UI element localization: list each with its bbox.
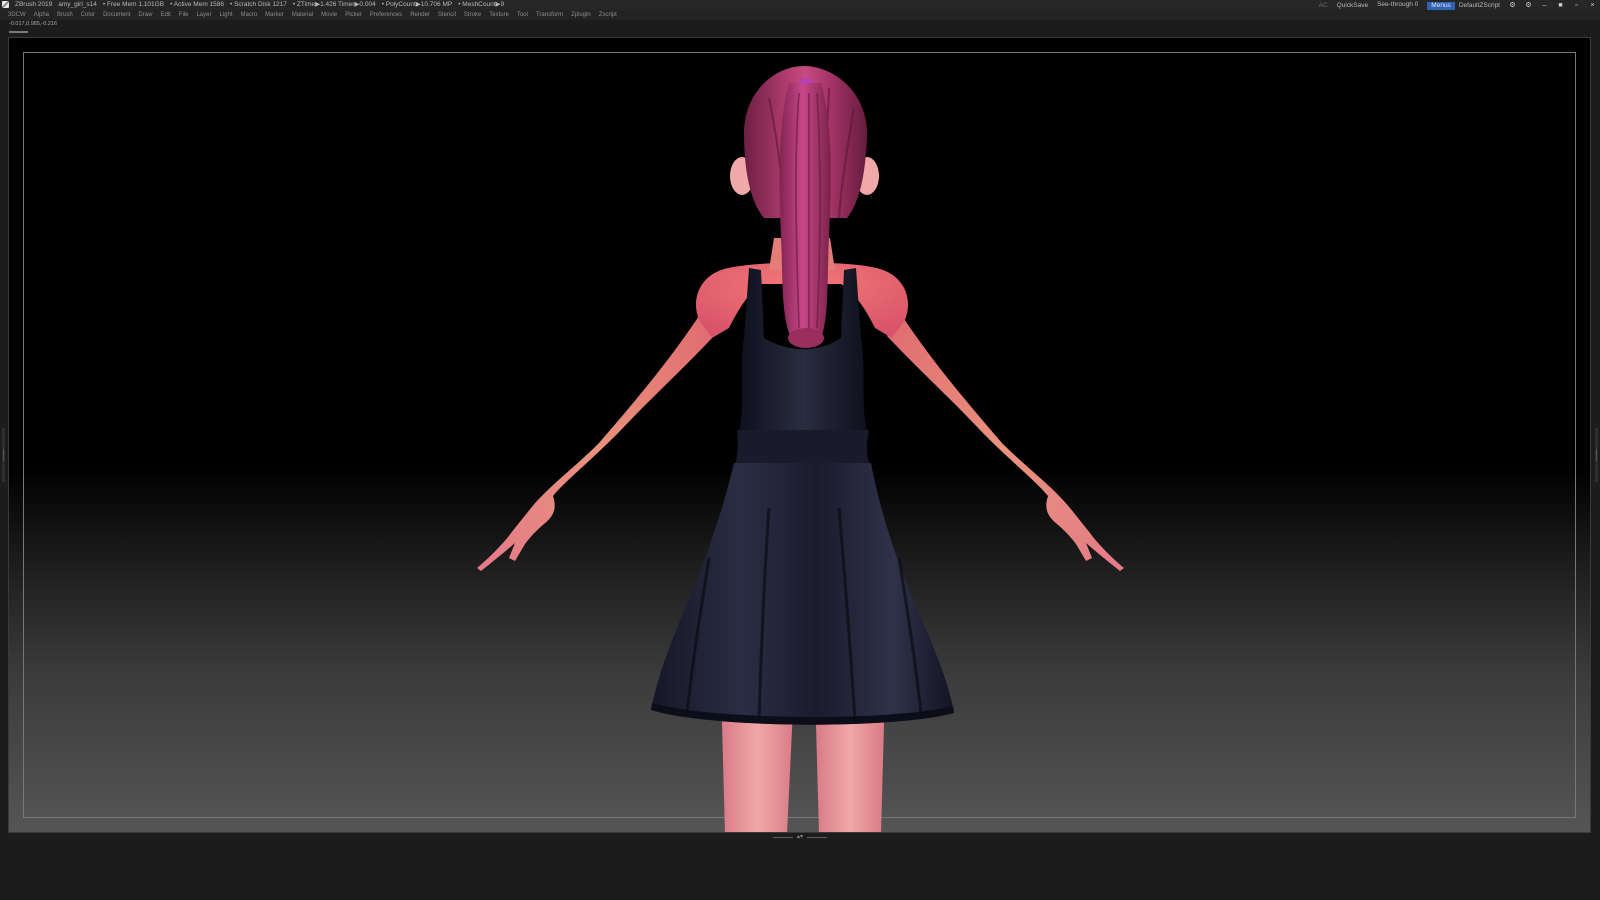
menu-macro[interactable]: Macro xyxy=(240,10,257,20)
app-title: ZBrush 2019 xyxy=(15,1,53,8)
palette-icon[interactable]: ⚙ xyxy=(1509,2,1516,9)
menu-texture[interactable]: Texture xyxy=(489,10,509,20)
coordinate-underline xyxy=(9,31,28,33)
menu-layer[interactable]: Layer xyxy=(196,10,211,20)
active-mem-stat: • Active Mem 1586 xyxy=(170,1,225,8)
menu-picker[interactable]: Picker xyxy=(345,10,362,20)
ztime-stat: • ZTime▶1.426 Timer▶0.004 xyxy=(292,1,376,8)
free-mem-stat: • Free Mem 1.101GB xyxy=(102,1,165,8)
menu-edit[interactable]: Edit xyxy=(160,10,170,20)
menu-tool[interactable]: Tool xyxy=(517,10,528,20)
ac-button[interactable]: AC xyxy=(1319,1,1328,11)
menu-movie[interactable]: Movie xyxy=(321,10,337,20)
scratch-disk-stat: • Scratch Disk 1217 xyxy=(230,1,287,8)
see-through-slider[interactable]: See-through 0 xyxy=(1377,0,1419,10)
quicksave-button[interactable]: QuickSave xyxy=(1337,1,1368,11)
coordinate-readout: -0.017,0.985,-0.216 xyxy=(9,21,58,27)
menu-3dcw[interactable]: 3DCW xyxy=(8,10,26,20)
title-bar: ZBrush 2019 amy_girl_s14 • Free Mem 1.10… xyxy=(0,0,1600,10)
menu-zplugin[interactable]: Zplugin xyxy=(571,10,591,20)
menu-stroke[interactable]: Stroke xyxy=(464,10,481,20)
menu-material[interactable]: Material xyxy=(292,10,313,20)
dress-skirt xyxy=(651,463,954,725)
expand-arrows-icon: ▴▾ xyxy=(797,834,804,840)
right-tray-handle[interactable] xyxy=(1595,428,1598,482)
lock-icon[interactable]: ■ xyxy=(1557,2,1564,9)
menu-file[interactable]: File xyxy=(179,10,189,20)
zbrush-logo-icon xyxy=(2,1,9,8)
menu-stencil[interactable]: Stencil xyxy=(438,10,456,20)
menu-preferences[interactable]: Preferences xyxy=(370,10,402,20)
left-tray-handle[interactable] xyxy=(2,428,5,482)
menu-marker[interactable]: Marker xyxy=(265,10,284,20)
polycount-stat: • PolyCount▶10.706 MP xyxy=(381,1,453,8)
character-model[interactable] xyxy=(9,38,1591,833)
project-name: amy_girl_s14 xyxy=(58,1,97,8)
menus-button[interactable]: Menus xyxy=(1427,1,1455,10)
dress-waist xyxy=(734,430,871,468)
bottom-tray-handle[interactable]: ▴▾ xyxy=(773,834,827,840)
see-through-label: See-through 0 xyxy=(1377,1,1419,8)
menu-zscript[interactable]: Zscript xyxy=(599,10,617,20)
menu-brush[interactable]: Brush xyxy=(57,10,73,20)
help-icon[interactable]: ⚙ xyxy=(1525,2,1532,9)
right-arm xyxy=(887,316,1124,571)
ponytail-tip xyxy=(788,328,824,348)
menu-document[interactable]: Document xyxy=(103,10,130,20)
left-arm xyxy=(477,316,714,571)
menu-draw[interactable]: Draw xyxy=(138,10,152,20)
document-canvas[interactable] xyxy=(8,37,1591,833)
default-zscript-button[interactable]: DefaultZScript xyxy=(1459,1,1500,11)
menu-render[interactable]: Render xyxy=(410,10,430,20)
ponytail xyxy=(779,83,831,343)
minimize-icon[interactable]: – xyxy=(1541,2,1548,9)
menu-color[interactable]: Color xyxy=(81,10,95,20)
menu-transform[interactable]: Transform xyxy=(536,10,563,20)
restore-icon[interactable]: ▫ xyxy=(1573,2,1580,9)
menu-light[interactable]: Light xyxy=(219,10,232,20)
menu-alpha[interactable]: Alpha xyxy=(34,10,49,20)
close-icon[interactable]: × xyxy=(1589,2,1596,9)
menu-bar: 3DCW Alpha Brush Color Document Draw Edit File L… xyxy=(0,10,1600,20)
meshcount-stat: • MeshCount▶9 xyxy=(458,1,505,8)
